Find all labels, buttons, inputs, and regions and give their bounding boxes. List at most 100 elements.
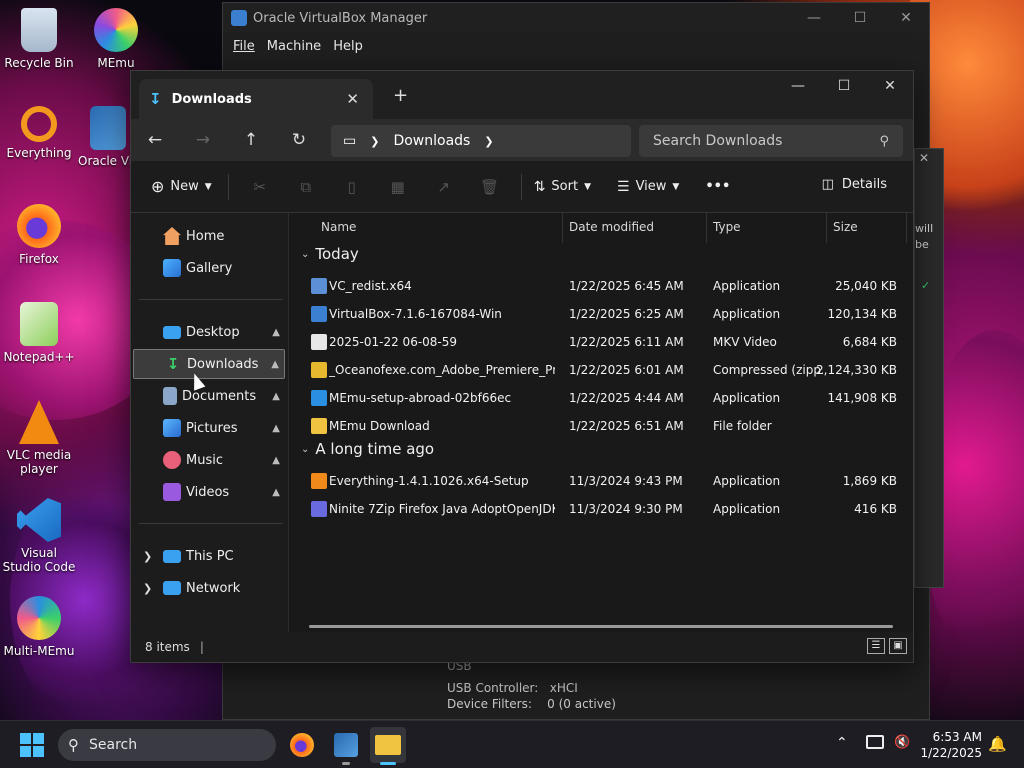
desktop-icon-recycle-bin[interactable]: Recycle Bin: [1, 8, 77, 70]
vlc-icon: [19, 400, 59, 444]
file-row[interactable]: Ninite 7Zip Firefox Java AdoptOpenJDK x.…: [291, 495, 913, 523]
chevron-up-icon[interactable]: ⌃: [836, 735, 848, 751]
vbox-close-button[interactable]: ✕: [883, 10, 929, 26]
desktop-icon-firefox[interactable]: Firefox: [1, 204, 77, 266]
taskbar-search[interactable]: ⚲ Search: [58, 729, 276, 761]
breadcrumb[interactable]: ▭ ❯ Downloads ❯: [331, 125, 631, 157]
pin-icon[interactable]: ▲: [272, 455, 280, 466]
copy-icon[interactable]: ⧉: [283, 178, 329, 196]
share-icon[interactable]: ↗: [421, 178, 467, 196]
network-status-icon[interactable]: [866, 735, 884, 749]
explorer-minimize-button[interactable]: —: [775, 71, 821, 101]
new-label: New: [170, 179, 199, 194]
file-explorer-window[interactable]: ↧ Downloads ✕ + — ☐ ✕ ← → ↑ ↻ ▭ ❯ Downlo…: [130, 70, 914, 663]
new-button[interactable]: ⊕ New ▼: [151, 177, 212, 196]
explorer-maximize-button[interactable]: ☐: [821, 71, 867, 101]
start-button[interactable]: [20, 733, 44, 757]
rename-icon[interactable]: ▦: [375, 178, 421, 196]
vbox-titlebar[interactable]: Oracle VirtualBox Manager — ☐ ✕: [223, 3, 929, 33]
file-row[interactable]: MEmu-setup-abroad-02bf66ec 1/22/2025 4:44…: [291, 384, 913, 412]
chevron-down-icon[interactable]: ⌄: [301, 249, 309, 260]
nav-item-network[interactable]: ❯ Network: [133, 573, 285, 603]
pin-icon[interactable]: ▲: [272, 423, 280, 434]
column-header-type[interactable]: Type: [707, 213, 827, 243]
volume-muted-icon[interactable]: 🔇: [894, 735, 910, 750]
taskbar-file-explorer[interactable]: [370, 727, 406, 765]
expand-chevron-icon[interactable]: ❯: [143, 550, 152, 563]
taskbar-firefox[interactable]: [284, 727, 320, 763]
dialog-close-icon[interactable]: ✕: [919, 151, 929, 165]
group-header[interactable]: ⌄ Today: [301, 245, 359, 263]
nav-item-desktop[interactable]: Desktop ▲: [133, 317, 285, 347]
column-header-date[interactable]: Date modified: [563, 213, 707, 243]
pin-icon[interactable]: ▲: [272, 487, 280, 498]
sort-button[interactable]: ⇅ Sort ▼: [534, 179, 591, 195]
pin-icon[interactable]: ▲: [272, 327, 280, 338]
desktop-icon-virtualbox[interactable]: Oracle VirtualBox: [78, 106, 138, 168]
vbox-maximize-button[interactable]: ☐: [837, 10, 883, 26]
tab-close-icon[interactable]: ✕: [346, 90, 359, 108]
menu-machine[interactable]: Machine: [267, 39, 321, 54]
view-button[interactable]: ☰ View ▼: [617, 179, 679, 195]
back-button[interactable]: ←: [131, 130, 179, 150]
nav-item-this-pc[interactable]: ❯ This PC: [133, 541, 285, 571]
more-options-button[interactable]: •••: [705, 179, 730, 194]
memu-icon: [94, 8, 138, 52]
column-header-name[interactable]: Name: [291, 213, 563, 243]
tiles-view-icon[interactable]: ▣: [889, 638, 907, 654]
column-header-size[interactable]: Size: [827, 213, 907, 243]
monitor-icon[interactable]: ▭: [343, 133, 356, 149]
nav-item-gallery[interactable]: Gallery: [133, 253, 285, 283]
delete-icon[interactable]: 🗑: [467, 178, 513, 196]
usb-controller-label: USB Controller:: [447, 681, 539, 695]
breadcrumb-chevron-icon[interactable]: ❯: [370, 135, 379, 148]
desktop-icon-vscode[interactable]: Visual Studio Code: [1, 498, 77, 574]
breadcrumb-chevron-icon[interactable]: ❯: [484, 135, 493, 148]
file-row[interactable]: MEmu Download 1/22/2025 6:51 AM File folde…: [291, 412, 913, 440]
file-row[interactable]: _Oceanofexe.com_Adobe_Premiere_Pro_... 1/…: [291, 356, 913, 384]
explorer-close-button[interactable]: ✕: [867, 71, 913, 101]
desktop-icon-everything[interactable]: Everything: [1, 106, 77, 160]
horizontal-scrollbar[interactable]: [309, 625, 893, 628]
file-row[interactable]: 2025-01-22 06-08-59 1/22/2025 6:11 AM MKV …: [291, 328, 913, 356]
explorer-tab-downloads[interactable]: ↧ Downloads ✕: [139, 79, 373, 119]
home-icon: [163, 227, 181, 245]
pin-icon[interactable]: ▲: [271, 359, 279, 370]
menu-help[interactable]: Help: [333, 39, 363, 54]
refresh-button[interactable]: ↻: [275, 130, 323, 150]
vbox-minimize-button[interactable]: —: [791, 10, 837, 26]
desktop-icon-multi-memu[interactable]: Multi-MEmu: [1, 596, 77, 658]
up-button[interactable]: ↑: [227, 130, 275, 150]
menu-file[interactable]: File: [233, 39, 255, 54]
taskbar-virtualbox[interactable]: [328, 727, 364, 765]
nav-item-videos[interactable]: Videos ▲: [133, 477, 285, 507]
paste-icon[interactable]: ▯: [329, 178, 375, 196]
nav-item-pictures[interactable]: Pictures ▲: [133, 413, 285, 443]
desktop-icon-vlc[interactable]: VLC media player: [1, 400, 77, 476]
nav-item-downloads[interactable]: ↧ Downloads ▲: [133, 349, 285, 379]
desktop-icon-notepadpp[interactable]: Notepad++: [1, 302, 77, 364]
clock[interactable]: 6:53 AM 1/22/2025: [918, 729, 982, 761]
details-view-icon[interactable]: ☰: [867, 638, 885, 654]
status-bar: 8 items | ☰ ▣: [131, 632, 913, 662]
nav-item-documents[interactable]: Documents ▲: [133, 381, 285, 411]
nav-item-home[interactable]: Home: [133, 221, 285, 251]
file-date: 1/22/2025 6:01 AM: [569, 363, 684, 377]
breadcrumb-downloads[interactable]: Downloads: [393, 133, 470, 149]
nav-item-music[interactable]: Music ▲: [133, 445, 285, 475]
forward-button[interactable]: →: [179, 130, 227, 150]
new-tab-button[interactable]: +: [393, 85, 408, 106]
group-header[interactable]: ⌄ A long time ago: [301, 440, 434, 458]
notification-bell-icon[interactable]: 🔔: [988, 735, 1007, 753]
chevron-down-icon[interactable]: ⌄: [301, 444, 309, 455]
file-type: File folder: [713, 419, 772, 433]
desktop-icon-memu[interactable]: MEmu: [78, 8, 154, 70]
file-row[interactable]: VC_redist.x64 1/22/2025 6:45 AM Applicatio…: [291, 272, 913, 300]
search-input[interactable]: Search Downloads ⚲: [639, 125, 903, 157]
cut-icon[interactable]: ✂: [237, 178, 283, 196]
file-row[interactable]: Everything-1.4.1.1026.x64-Setup 11/3/2024…: [291, 467, 913, 495]
expand-chevron-icon[interactable]: ❯: [143, 582, 152, 595]
details-pane-button[interactable]: ◫ Details: [822, 177, 887, 192]
file-row[interactable]: VirtualBox-7.1.6-167084-Win 1/22/2025 6:2…: [291, 300, 913, 328]
pin-icon[interactable]: ▲: [272, 391, 280, 402]
